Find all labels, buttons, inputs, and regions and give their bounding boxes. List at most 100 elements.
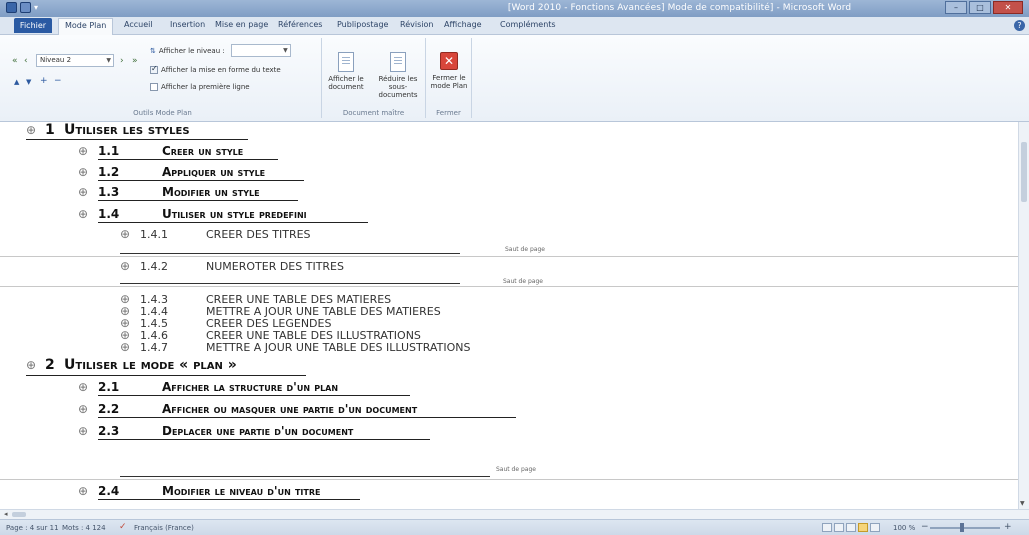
expand-bullet-icon[interactable]: ⊕ <box>78 402 88 416</box>
maximize-button[interactable]: □ <box>969 1 991 14</box>
collapse-icon[interactable]: − <box>54 76 62 86</box>
zoom-slider[interactable] <box>930 527 1000 529</box>
close-outline-label: Fermer le mode Plan <box>430 74 468 90</box>
close-outline-view-button[interactable]: ✕ Fermer le mode Plan <box>429 52 469 90</box>
show-text-formatting-checkbox[interactable]: Afficher la mise en forme du texte <box>150 64 281 74</box>
promote-icon[interactable]: ‹ <box>24 56 28 66</box>
master-document-group: Afficher le document Réduire les sous-do… <box>322 38 426 118</box>
close-group-label: Fermer <box>436 109 461 117</box>
window-title: [Word 2010 - Fonctions Avancées] Mode de… <box>507 3 852 13</box>
heading-underline <box>26 139 248 140</box>
promote-to-heading1-icon[interactable]: « <box>12 56 18 66</box>
heading-number: 2.1 <box>98 380 120 394</box>
minimize-button[interactable]: – <box>945 1 967 14</box>
draft-view-icon[interactable] <box>870 523 880 532</box>
language[interactable]: Français (France) <box>134 524 194 532</box>
ribbon-tabs: Fichier Mode Plan Accueil Insertion Mise… <box>0 17 1029 35</box>
expand-bullet-icon[interactable]: ⊕ <box>78 380 88 394</box>
checkbox-checked[interactable] <box>150 64 158 74</box>
chevron-down-icon: ▼ <box>106 57 111 64</box>
page-count[interactable]: Page : 4 sur 11 <box>6 524 59 532</box>
vertical-scrollbar[interactable]: ▼ <box>1018 122 1029 509</box>
heading-number: 1.4 <box>98 207 120 221</box>
help-icon[interactable]: ? <box>1014 20 1025 31</box>
tab-file[interactable]: Fichier <box>14 18 52 33</box>
horizontal-scrollbar[interactable]: ◂ <box>0 509 1029 519</box>
expand-bullet-icon[interactable]: ⊕ <box>78 185 88 199</box>
show-level-dropdown[interactable]: ▼ <box>230 44 291 57</box>
heading-underline <box>98 180 304 181</box>
tab-review[interactable]: Révision <box>400 20 433 29</box>
heading-text: Appliquer un style <box>162 165 266 179</box>
expand-bullet-icon[interactable]: ⊕ <box>78 144 88 158</box>
tab-add-ins[interactable]: Compléments <box>500 20 556 29</box>
tab-home[interactable]: Accueil <box>124 20 153 29</box>
heading-text: Utiliser un style predefini <box>162 207 307 221</box>
collapse-subdocuments-button[interactable]: Réduire les sous-documents <box>374 52 422 99</box>
demote-to-body-text-icon[interactable]: » <box>132 56 138 66</box>
show-document-button[interactable]: Afficher le document <box>326 52 366 91</box>
print-layout-view-icon[interactable] <box>822 523 832 532</box>
heading-underline <box>98 417 516 418</box>
heading-text: CREER DES TITRES <box>206 228 311 241</box>
heading-number: 2.4 <box>98 484 120 498</box>
web-layout-view-icon[interactable] <box>846 523 856 532</box>
close-group: ✕ Fermer le mode Plan Fermer <box>426 38 472 118</box>
zoom-out-icon[interactable]: − <box>921 522 929 532</box>
document-area[interactable]: ⊕ 1 Utiliser les styles ⊕ 1.1 Creer un s… <box>0 122 1018 509</box>
zoom-in-icon[interactable]: + <box>1004 522 1012 532</box>
tab-references[interactable]: Références <box>278 20 322 29</box>
expand-bullet-icon[interactable]: ⊕ <box>120 227 130 241</box>
heading-underline <box>26 375 306 376</box>
heading-underline <box>98 439 430 440</box>
heading-number: 1.4.2 <box>140 260 168 273</box>
outline-view-icon[interactable] <box>858 523 868 532</box>
scroll-thumb[interactable] <box>1021 142 1027 202</box>
proofing-icon[interactable]: ✓ <box>119 522 129 532</box>
close-window-button[interactable]: ✕ <box>993 1 1023 14</box>
outline-tools-group-label: Outils Mode Plan <box>133 109 192 117</box>
expand-bullet-icon[interactable]: ⊕ <box>26 123 36 137</box>
status-bar: Page : 4 sur 11 Mots : 4 124 ✓ Français … <box>0 519 1029 535</box>
page-break <box>0 479 1018 480</box>
expand-icon[interactable]: + <box>40 76 48 86</box>
heading-number: 2 <box>45 357 55 373</box>
page-break-label: Saut de page <box>496 466 536 473</box>
show-level-control[interactable]: ⇅ Afficher le niveau : ▼ <box>150 44 291 57</box>
heading-text: Utiliser le mode « plan » <box>64 357 237 373</box>
expand-bullet-icon[interactable]: ⊕ <box>78 165 88 179</box>
zoom-slider-thumb[interactable] <box>960 523 964 532</box>
page-break <box>0 286 1018 287</box>
heading-text: Afficher la structure d'un plan <box>162 380 339 394</box>
tab-view[interactable]: Affichage <box>444 20 482 29</box>
expand-bullet-icon[interactable]: ⊕ <box>78 424 88 438</box>
word-count[interactable]: Mots : 4 124 <box>62 524 106 532</box>
title-bar: ▾ [Word 2010 - Fonctions Avancées] Mode … <box>0 0 1029 17</box>
scroll-left-icon[interactable]: ◂ <box>4 510 8 518</box>
tab-outline[interactable]: Mode Plan <box>58 18 114 35</box>
expand-bullet-icon[interactable]: ⊕ <box>26 358 36 372</box>
ribbon: « ‹ Niveau 2 ▼ › » ▲ ▼ + − ⇅ Afficher le… <box>0 35 1029 122</box>
scroll-down-icon[interactable]: ▼ <box>1020 500 1025 507</box>
expand-bullet-icon[interactable]: ⊕ <box>78 207 88 221</box>
heading-underline <box>98 159 278 160</box>
heading-number: 1.1 <box>98 144 120 158</box>
demote-icon[interactable]: › <box>120 56 124 66</box>
tab-insert[interactable]: Insertion <box>170 20 205 29</box>
heading-text: Afficher ou masquer une partie d'un docu… <box>162 402 418 416</box>
zoom-level[interactable]: 100 % <box>893 524 915 532</box>
expand-bullet-icon[interactable]: ⊕ <box>120 340 130 354</box>
full-screen-reading-view-icon[interactable] <box>834 523 844 532</box>
window-controls: – □ ✕ <box>945 1 1023 14</box>
checkbox-unchecked[interactable] <box>150 83 158 91</box>
move-up-icon[interactable]: ▲ <box>14 78 19 86</box>
expand-bullet-icon[interactable]: ⊕ <box>78 484 88 498</box>
show-first-line-checkbox[interactable]: Afficher la première ligne <box>150 83 250 91</box>
move-down-icon[interactable]: ▼ <box>26 78 31 86</box>
tab-mailings[interactable]: Publipostage <box>337 20 388 29</box>
outline-level-dropdown[interactable]: Niveau 2 ▼ <box>36 54 114 67</box>
expand-bullet-icon[interactable]: ⊕ <box>120 259 130 273</box>
tab-page-layout[interactable]: Mise en page <box>215 20 268 29</box>
heading-text: Modifier le niveau d'un titre <box>162 484 321 498</box>
scroll-thumb[interactable] <box>12 512 26 517</box>
